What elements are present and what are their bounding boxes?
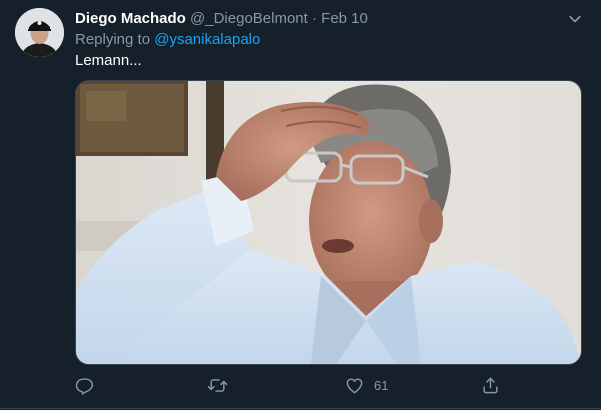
replying-to-handle[interactable]: @ysanikalapalo (154, 31, 260, 48)
retweet-icon (207, 378, 228, 392)
author-name[interactable]: Diego Machado (75, 10, 186, 27)
share-button[interactable] (481, 374, 500, 396)
divider (0, 408, 601, 409)
tweet-header: Diego Machado @_DiegoBelmont · Feb 10 (75, 10, 368, 28)
author-handle[interactable]: @_DiegoBelmont (190, 10, 308, 27)
chevron-down-icon (569, 15, 581, 23)
more-options-button[interactable] (566, 10, 584, 28)
tweet-text: Lemann... (75, 52, 142, 69)
retweet-button[interactable] (207, 374, 228, 396)
separator-dot: · (312, 10, 317, 27)
tweet-photo[interactable] (75, 80, 582, 365)
replying-to: Replying to @ysanikalapalo (75, 31, 260, 49)
tweet: Diego Machado @_DiegoBelmont · Feb 10 Re… (0, 0, 601, 410)
tweet-date[interactable]: Feb 10 (321, 10, 368, 27)
avatar[interactable] (15, 8, 64, 57)
photo-image (76, 81, 581, 364)
reply-button[interactable] (75, 374, 94, 396)
tweet-actions: 61 (0, 374, 601, 396)
like-button[interactable]: 61 (345, 374, 388, 396)
share-icon (483, 377, 498, 393)
heart-icon (346, 377, 363, 393)
reply-icon (75, 377, 94, 395)
avatar-image (15, 8, 64, 57)
replying-to-label: Replying to (75, 31, 155, 48)
like-count: 61 (374, 377, 389, 393)
